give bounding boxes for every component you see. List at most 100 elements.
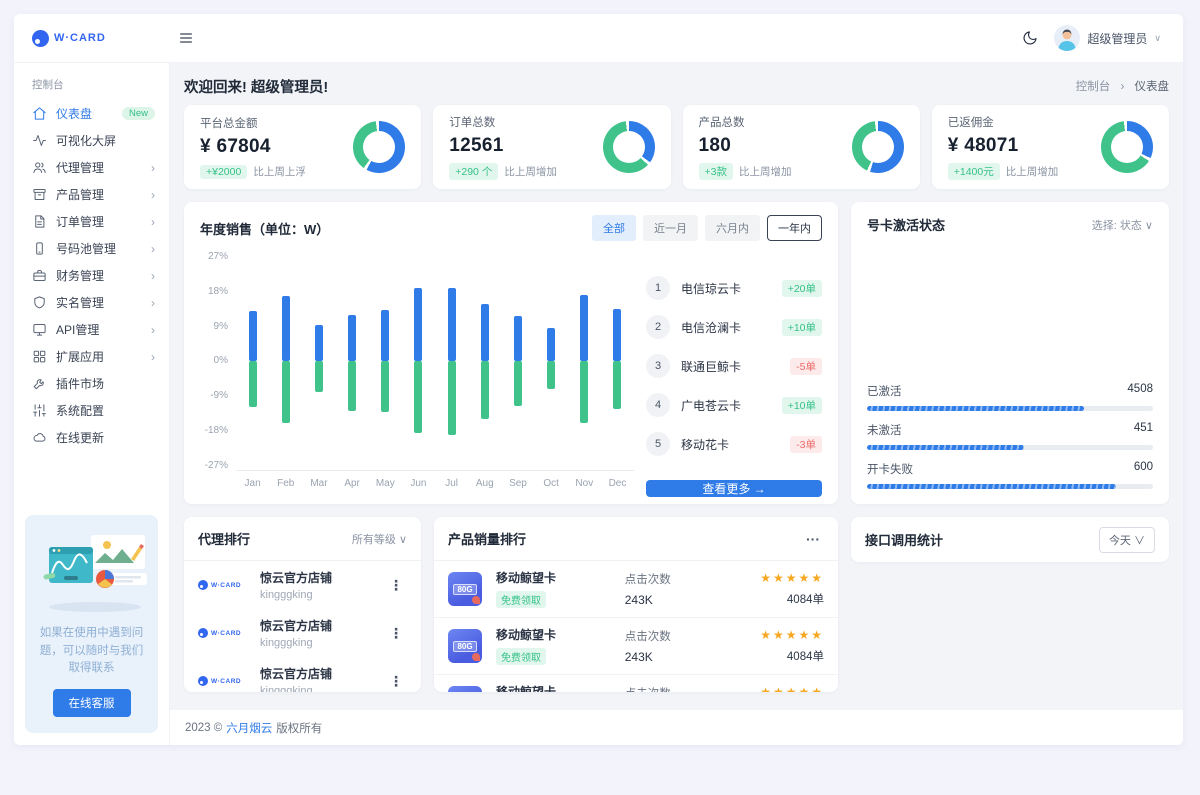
sidebar-item-9[interactable]: API管理› [14,316,169,343]
user-menu[interactable]: 超级管理员 ∨ [1054,25,1161,51]
product-row[interactable]: 80G移动鲸望卡免费领取点击次数243K★★★★★4084单 [434,561,838,618]
shield-icon [32,295,47,310]
avatar [1054,25,1080,51]
chart-filter-2[interactable]: 近一月 [643,215,698,241]
users-icon [32,160,47,175]
bar-up [481,304,489,361]
agent-row[interactable]: W·CARD惊云官方店铺kingggking⋮ [184,561,421,609]
bar-down [514,361,522,406]
footer-brand-link[interactable]: 六月烟云 [226,720,272,736]
stat-note: 比上周增加 [739,164,792,179]
rank-item[interactable]: 1电信琼云卡+20单 [646,275,822,301]
panel-menu-icon[interactable]: ··· [802,531,824,547]
agent-row[interactable]: W·CARD惊云官方店铺kingggking⋮ [184,657,421,692]
view-more-button[interactable]: 查看更多 → [646,480,822,497]
stat-value: 12561 [449,135,557,157]
sidebar-item-4[interactable]: 产品管理› [14,181,169,208]
sidebar-item-2[interactable]: 可视化大屏 [14,127,169,154]
rank-number: 1 [646,276,670,300]
app-window: W·CARD 超级管理员 ∨ 控制台 仪表盘New 可视化大屏代理管理›产品管理›… [14,14,1183,745]
agent-logo-text: W·CARD [211,678,241,685]
chart-filter-3[interactable]: 六月内 [705,215,760,241]
agent-row[interactable]: W·CARD惊云官方店铺kingggking⋮ [184,609,421,657]
bar-down [448,361,456,436]
status-select[interactable]: 选择: 状态 ∨ [1092,217,1153,233]
dark-mode-icon[interactable] [1022,30,1038,46]
agent-logo: W·CARD [198,676,260,686]
sidebar-item-11[interactable]: 插件市场 [14,370,169,397]
brand-logo[interactable]: W·CARD [14,30,170,47]
bar-down [315,361,323,393]
stat-note: 比上周上浮 [253,164,306,179]
bar-down [348,361,356,411]
file-icon [32,214,47,229]
sidebar-item-13[interactable]: 在线更新 [14,424,169,451]
agents-panel: 代理排行 所有等级 ∨ W·CARD惊云官方店铺kingggking⋮W·CAR… [184,517,421,692]
sidebar-item-1[interactable]: 仪表盘New [14,100,169,127]
activation-chart-area [867,234,1153,372]
clicks-value: 243K [625,593,732,607]
rank-item[interactable]: 4广电苍云卡+10单 [646,392,822,418]
stat-value: 180 [699,135,792,157]
menu-toggle-icon[interactable] [178,30,194,46]
sidebar-item-3[interactable]: 代理管理› [14,154,169,181]
stat-label: 已返佣金 [948,114,1059,130]
online-support-button[interactable]: 在线客服 [53,689,131,717]
sidebar-item-label: 可视化大屏 [56,132,155,149]
x-tick-label: Oct [535,478,568,491]
wrench-icon [32,376,47,391]
bar-column-jun [402,251,435,470]
stat-delta-badge: +3款 [699,163,733,180]
rank-item[interactable]: 5移动花卡-3单 [646,431,822,457]
sidebar-item-10[interactable]: 扩展应用› [14,343,169,370]
agent-name: 惊云官方店铺 [260,617,385,634]
sidebar-item-6[interactable]: 号码池管理› [14,235,169,262]
breadcrumb-separator: › [1120,81,1124,93]
sidebar-item-8[interactable]: 实名管理› [14,289,169,316]
chevron-down-icon: ∨ [1154,33,1161,44]
chart-filter-1[interactable]: 全部 [592,215,636,241]
rank-delta-badge: -3单 [790,436,822,453]
product-thumbnail: 80G [448,629,482,663]
activation-row: 未激活451 [867,422,1153,450]
sidebar-item-5[interactable]: 订单管理› [14,208,169,235]
product-row[interactable]: 80G移动鲸望卡免费领取点击次数243K★★★★★4084单 [434,675,838,692]
rank-item[interactable]: 3联通巨鲸卡-5单 [646,353,822,379]
sidebar-item-7[interactable]: 财务管理› [14,262,169,289]
row-menu-icon[interactable]: ⋮ [385,673,407,690]
stat-card: 订单总数12561+290 个比上周增加 [433,105,670,189]
sidebar-item-12[interactable]: 系统配置 [14,397,169,424]
phone-icon [32,241,47,256]
support-illustration [35,529,153,615]
rank-delta-badge: -5单 [790,358,822,375]
bar-column-apr [336,251,369,470]
agent-name: 惊云官方店铺 [260,569,385,586]
new-badge: New [122,107,155,120]
rank-item[interactable]: 2电信沧澜卡+10单 [646,314,822,340]
bar-up [448,288,456,361]
row-menu-icon[interactable]: ⋮ [385,577,407,594]
row-menu-icon[interactable]: ⋮ [385,625,407,642]
sidebar: 控制台 仪表盘New可视化大屏代理管理›产品管理›订单管理›号码池管理›财务管理… [14,63,170,745]
product-row[interactable]: 80G移动鲸望卡免费领取点击次数243K★★★★★4084单 [434,618,838,675]
activity-icon [32,133,47,148]
bar-up [414,288,422,361]
chart-filter-4[interactable]: 一年内 [767,215,822,241]
breadcrumb-root[interactable]: 控制台 [1076,81,1111,93]
agent-name: 惊云官方店铺 [260,665,385,682]
clicks-label: 点击次数 [625,571,732,587]
product-thumbnail: 80G [448,686,482,692]
agents-level-select[interactable]: 所有等级 ∨ [352,531,407,547]
agent-subtitle: kingggking [260,589,385,601]
bar-down [580,361,588,423]
api-range-select[interactable]: 今天 ∨ [1099,527,1155,553]
progress-bar [867,445,1153,450]
monitor-icon [32,322,47,337]
footer-year: 2023 © [185,722,222,734]
bar-down [282,361,290,423]
rank-delta-badge: +20单 [782,280,822,297]
progress-fill [867,406,1084,411]
y-tick-label: 0% [200,355,228,366]
activation-value: 451 [1134,422,1153,438]
y-tick-label: -27% [200,460,228,471]
